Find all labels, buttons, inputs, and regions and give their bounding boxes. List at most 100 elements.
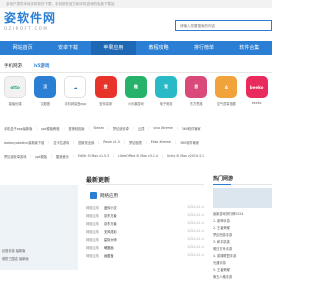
link-separator: | [48,140,50,144]
list-item[interactable]: 网络应用 京东万象 2024-11-2 [86,219,204,227]
link-separator: | [63,126,65,130]
link-separator: | [161,154,164,158]
quick-link[interactable]: ppt模板教程 [41,126,59,132]
list-item[interactable]: 网络应用 迷你小交 2024-11-2 [86,203,204,211]
quick-link[interactable]: 拉卡拉游戏 [53,140,69,146]
app-item[interactable]: ☁ 手机网易盘app [60,76,90,122]
hot-list-item[interactable]: 1. 原神手游 [213,218,272,225]
nav-item-android[interactable]: 安卓下载 [45,41,90,55]
app-icon: ☁ [64,76,87,98]
list-item[interactable]: 网络应用 萌图画 2024-11-2 [86,243,204,251]
quick-link[interactable]: 国家安全部 [78,140,94,146]
quick-link[interactable]: 手机盒子app最新版 [4,126,32,132]
hot-games-heading: 热门网游 [213,176,234,182]
nav-item-rankings[interactable]: 排行榜单 [181,41,226,55]
site-title: 姿软件网 [4,11,57,25]
hot-list-item[interactable]: 4. 英雄联盟手游 [213,253,272,260]
quick-link[interactable]: ppt模板 [35,154,47,160]
app-item[interactable]: 汉汉服荟 [30,76,60,122]
hot-list-item[interactable]: 梦幻西游手游 [213,232,272,239]
app-name: 空气质量指数 [216,102,236,106]
featured-caption-1[interactable]: 幻塔手游 最新版 [2,248,25,253]
quick-link[interactable]: 梦幻迪安卓 [113,126,129,132]
latest-list: 网络应用 迷你小交 2024-11-2 网络应用 京东万象 2024-11-2 网络应用 京东… [86,203,204,259]
nav-item-guides[interactable]: 教程攻略 [136,41,181,55]
link-separator: | [51,154,53,158]
latest-divider [86,184,204,185]
quick-link[interactable]: Unity Si Max v2019.3.1 [167,154,204,160]
app-item[interactable]: A 空气质量指数 [211,76,241,122]
nav-item-collections[interactable]: 软件合集 [227,41,272,55]
nav-item-home[interactable]: 网站首页 [0,41,45,55]
site-url: OZIROFT.COM [4,26,49,31]
hot-banner-image[interactable] [213,188,272,208]
quick-link[interactable]: dadanyabaikcn最新版下载 [4,140,44,146]
hot-list-item[interactable]: 第五人格手游 [213,274,272,281]
top-announcement-bar: 多用户提供本地手机软件下载，手机软件官方和手机游戏的免费下载站 [0,0,272,8]
item-name: 星际大师 [104,237,117,242]
quick-link[interactable]: 夏夜轻松版 [69,126,85,132]
app-item[interactable]: otto 鼎福优课 [0,76,30,122]
latest-category[interactable]: 网络应用 [90,192,118,199]
games-tabs: 手机网游 h5游戏 [4,62,50,73]
hot-list: 最新游戏排行榜2024 1. 原神手游 2. 王者荣耀 梦幻西游手游 3. 和平精英 明日… [213,211,272,281]
nav-item-ios[interactable]: 苹果应用 [90,41,136,55]
link-separator: | [176,126,178,130]
tabs-divider [0,72,272,73]
tab-mobile-games[interactable]: 手机网游 [4,62,22,72]
search-box[interactable] [175,20,272,31]
list-item[interactable]: 网络应用 星际大师 2024-11-2 [86,235,204,243]
category-icon [90,192,97,199]
quick-link[interactable]: 梦幻极限 [129,140,142,146]
category-label: 网络应用 [100,193,118,199]
item-name: 萌图画 [104,245,114,250]
site-logo[interactable]: 姿软件网 OZIROFT.COM [4,12,56,38]
app-name: beeko [251,101,262,105]
app-icon: 壹 [94,76,117,98]
item-date: 2024-11-2 [187,253,205,257]
app-item[interactable]: 趣小乐趣游戏 [121,76,151,122]
quick-link[interactable]: 360软件管家 [182,126,201,132]
quick-link[interactable]: EdStr Si Max v1.5.3 [78,154,109,160]
quick-link[interactable]: Ekko Xtreme [151,140,171,146]
featured-caption-2[interactable]: 塔防三国志 最新版 [2,256,29,261]
quick-link[interactable]: vivo Xtreme [153,126,172,132]
list-item[interactable]: 网络应用 画图宝 2024-11-2 [86,251,204,259]
hot-list-item[interactable]: 3. 和平精英 [213,239,272,246]
app-name: 壹伴易家 [99,102,113,106]
item-tag: 网络应用 [86,253,99,258]
app-name: 手机网易盘app [64,102,87,106]
games-section: 手机网游 h5游戏 otto 鼎福优课汉汉服荟 ☁ 手机网易盘app 壹壹伴易家趣小乐趣… [0,62,272,164]
quick-link[interactable]: Steam [94,126,104,132]
item-date: 2024-11-2 [187,245,205,249]
item-date: 2024-11-2 [187,229,205,233]
hot-list-item[interactable]: 2. 王者荣耀 [213,225,272,232]
list-item[interactable]: 网络应用 无风炫彩 2024-11-2 [86,227,204,235]
search-input[interactable] [176,21,271,30]
app-item[interactable]: 壹壹伴易家 [91,76,121,122]
item-tag: 网络应用 [86,213,99,218]
announcement-text: 多用户提供本地手机软件下载，手机软件官方和手机游戏的免费下载站 [6,2,115,6]
hot-list-item[interactable]: 明日方舟手游 [213,246,272,253]
list-item[interactable]: 网络应用 京东万象 2024-11-2 [86,211,204,219]
tab-h5-games[interactable]: h5游戏 [34,62,50,73]
hot-divider-accent [213,184,231,185]
app-item[interactable]: 竞电子竞赛 [151,76,181,122]
link-separator: | [72,154,74,158]
app-item[interactable]: beeko beeko [242,76,272,122]
quick-link[interactable]: 酷我音乐 [56,154,69,160]
quick-link[interactable]: Resie v1.0 [103,140,120,146]
hot-list-item[interactable]: 最新游戏排行榜2024 [213,211,272,218]
app-item[interactable]: 思东方思维 [181,76,211,122]
quick-link[interactable]: 云顶 [138,126,144,132]
quick-link[interactable]: LibreOffice Si Max v3.1.4 [118,154,158,160]
quick-link[interactable]: 360软件管家 [180,140,199,146]
quick-link[interactable]: 梦幻迪安卓游戏 [4,154,26,160]
link-separator: | [113,154,115,158]
hot-list-item[interactable]: 5. 王者荣耀 [213,267,272,274]
item-date: 2024-11-2 [187,205,205,209]
link-row-1: 手机盒子app最新版 | ppt模板教程 | 夏夜轻松版 | Steam | 梦幻迪安卓 | 云顶 |… [4,126,272,132]
app-icon: otto [4,76,27,98]
hot-list-item[interactable]: 光遇手游 [213,260,272,267]
item-date: 2024-11-2 [187,221,205,225]
